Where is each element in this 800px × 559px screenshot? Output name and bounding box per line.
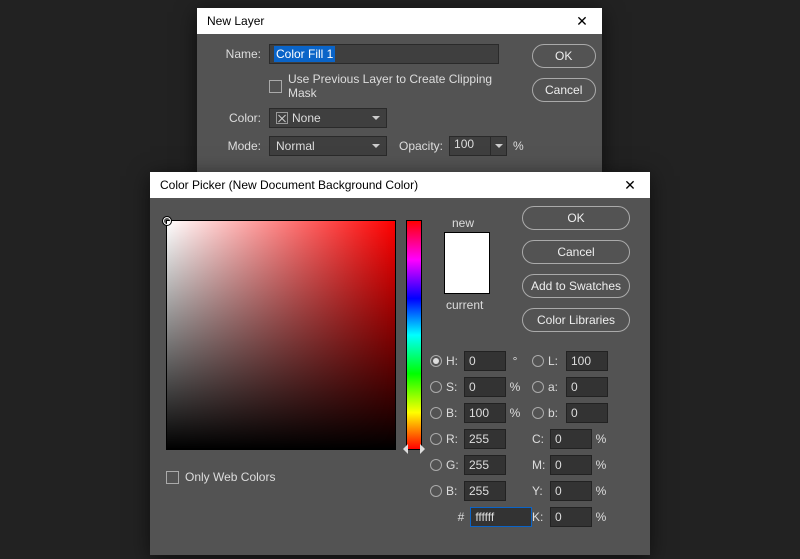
color-field[interactable]: [166, 220, 396, 450]
l-label: L:: [548, 354, 566, 368]
current-color-label: current: [446, 298, 483, 312]
g-radio[interactable]: [430, 459, 442, 471]
l-input[interactable]: 100: [566, 351, 608, 371]
y-label: Y:: [532, 484, 550, 498]
color-label: Color:: [209, 111, 261, 125]
b-rgb-radio[interactable]: [430, 485, 442, 497]
opacity-unit: %: [513, 139, 524, 153]
name-input[interactable]: Color Fill 1: [269, 44, 499, 64]
h-input[interactable]: 0: [464, 351, 506, 371]
mode-label: Mode:: [209, 139, 261, 153]
opacity-label: Opacity:: [399, 139, 443, 153]
h-radio[interactable]: [430, 355, 442, 367]
cancel-button[interactable]: Cancel: [532, 78, 596, 102]
mode-select[interactable]: Normal: [269, 136, 387, 156]
y-unit: %: [592, 484, 610, 498]
b-hsb-radio[interactable]: [430, 407, 442, 419]
hue-slider[interactable]: [406, 220, 422, 450]
y-input[interactable]: 0: [550, 481, 592, 501]
opacity-input[interactable]: 100: [449, 136, 491, 156]
dialog-title: New Layer: [207, 14, 572, 28]
hex-label: #: [444, 510, 464, 524]
s-input[interactable]: 0: [464, 377, 506, 397]
m-label: M:: [532, 458, 550, 472]
dialog-title: Color Picker (New Document Background Co…: [160, 178, 620, 192]
hue-slider-thumb-icon[interactable]: [400, 444, 428, 454]
b-lab-label: b:: [548, 406, 566, 420]
opacity-dropdown-icon[interactable]: [491, 136, 507, 156]
c-input[interactable]: 0: [550, 429, 592, 449]
color-select-value: None: [292, 111, 321, 125]
none-swatch-icon: [276, 112, 288, 124]
name-input-value: Color Fill 1: [274, 46, 335, 62]
color-libraries-button[interactable]: Color Libraries: [522, 308, 630, 332]
s-radio[interactable]: [430, 381, 442, 393]
b-hsb-input[interactable]: 100: [464, 403, 506, 423]
a-radio[interactable]: [532, 381, 544, 393]
close-icon[interactable]: ✕: [620, 175, 640, 195]
color-picker-dialog: Color Picker (New Document Background Co…: [150, 172, 650, 555]
ok-button[interactable]: OK: [522, 206, 630, 230]
color-select[interactable]: None: [269, 108, 387, 128]
a-label: a:: [548, 380, 566, 394]
clip-mask-label: Use Previous Layer to Create Clipping Ma…: [288, 72, 524, 100]
b-lab-radio[interactable]: [532, 407, 544, 419]
titlebar[interactable]: New Layer ✕: [197, 8, 602, 34]
b-lab-input[interactable]: 0: [566, 403, 608, 423]
only-web-colors-checkbox[interactable]: [166, 471, 179, 484]
s-label: S:: [446, 380, 464, 394]
close-icon[interactable]: ✕: [572, 11, 592, 31]
cancel-button[interactable]: Cancel: [522, 240, 630, 264]
only-web-colors-label: Only Web Colors: [185, 470, 275, 484]
hex-input[interactable]: ffffff: [470, 507, 532, 527]
mode-select-value: Normal: [276, 139, 315, 153]
h-unit: °: [506, 354, 524, 368]
m-input[interactable]: 0: [550, 455, 592, 475]
a-input[interactable]: 0: [566, 377, 608, 397]
b-rgb-input[interactable]: 255: [464, 481, 506, 501]
r-radio[interactable]: [430, 433, 442, 445]
color-preview[interactable]: [444, 232, 490, 294]
c-unit: %: [592, 432, 610, 446]
opacity-value: 100: [454, 137, 474, 151]
k-input[interactable]: 0: [550, 507, 592, 527]
b-rgb-label: B:: [446, 484, 464, 498]
k-unit: %: [592, 510, 610, 524]
clip-mask-checkbox[interactable]: [269, 80, 282, 93]
color-field-cursor-icon: [162, 216, 172, 226]
new-layer-dialog: New Layer ✕ Name: Color Fill 1 Use Previ…: [197, 8, 602, 178]
m-unit: %: [592, 458, 610, 472]
r-label: R:: [446, 432, 464, 446]
titlebar[interactable]: Color Picker (New Document Background Co…: [150, 172, 650, 198]
b-hsb-label: B:: [446, 406, 464, 420]
k-label: K:: [532, 510, 550, 524]
name-label: Name:: [209, 47, 261, 61]
add-to-swatches-button[interactable]: Add to Swatches: [522, 274, 630, 298]
c-label: C:: [532, 432, 550, 446]
new-color-label: new: [452, 216, 474, 230]
s-unit: %: [506, 380, 524, 394]
b-hsb-unit: %: [506, 406, 524, 420]
g-label: G:: [446, 458, 464, 472]
h-label: H:: [446, 354, 464, 368]
g-input[interactable]: 255: [464, 455, 506, 475]
l-radio[interactable]: [532, 355, 544, 367]
r-input[interactable]: 255: [464, 429, 506, 449]
ok-button[interactable]: OK: [532, 44, 596, 68]
